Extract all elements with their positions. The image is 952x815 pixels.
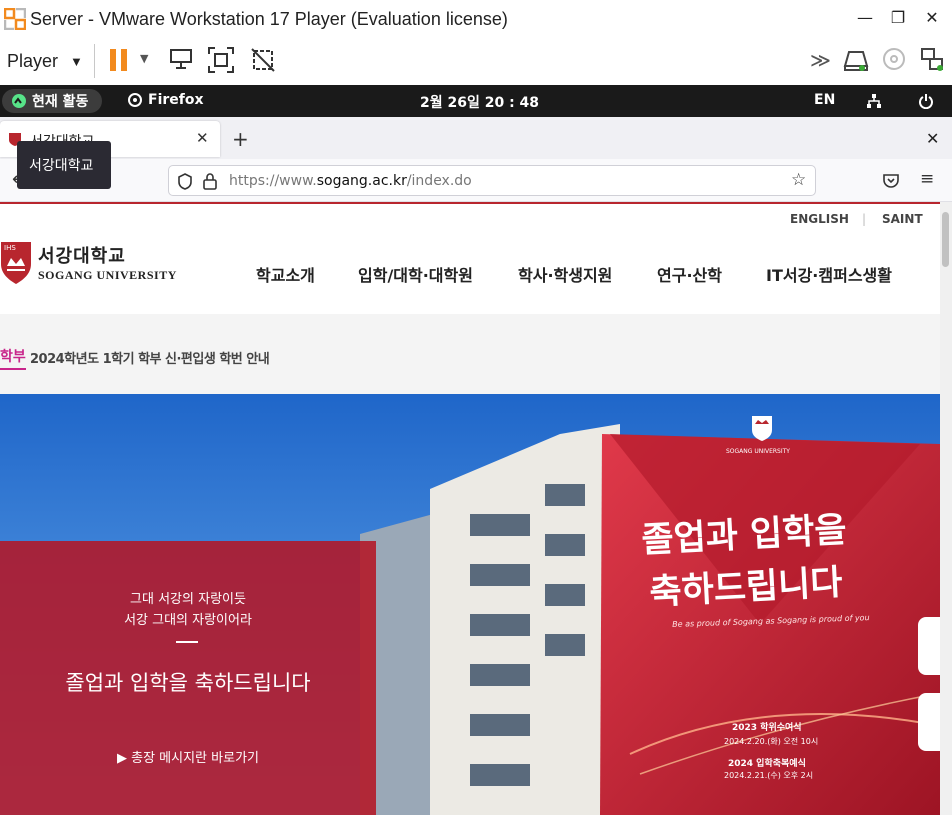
- pause-dropdown-icon[interactable]: ▼: [140, 52, 148, 65]
- banner-brand: SOGANG UNIVERSITY: [726, 448, 790, 455]
- president-message-link[interactable]: ▶ 총장 메시지란 바로가기: [0, 747, 376, 766]
- pocket-icon[interactable]: [883, 173, 899, 188]
- vmware-logo-icon: [4, 8, 26, 30]
- power-icon[interactable]: [918, 93, 934, 109]
- app-menu-firefox[interactable]: Firefox: [128, 92, 204, 108]
- toolbar-separator: [94, 44, 95, 78]
- unity-icon[interactable]: [249, 46, 277, 74]
- url-path: /index.do: [406, 173, 472, 189]
- firefox-icon: [128, 93, 142, 107]
- new-tab-button[interactable]: +: [232, 127, 249, 151]
- window-title: Server - VMware Workstation 17 Player (E…: [30, 8, 508, 29]
- cd-drive-icon[interactable]: [882, 47, 906, 71]
- url-bar[interactable]: https://www.sogang.ac.kr/index.do ☆: [168, 165, 816, 196]
- close-window-button[interactable]: ✕: [922, 8, 942, 28]
- hero-divider: [176, 641, 198, 643]
- top-accent-line: [0, 202, 940, 204]
- banner-event-2-date: 2024.2.21.(수) 오후 2시: [724, 771, 814, 780]
- saint-link[interactable]: SAINT: [882, 212, 923, 226]
- gnome-top-bar: 현재 활동 Firefox 2월 26일 20 : 48 EN: [0, 85, 952, 117]
- url-text: https://www.sogang.ac.kr/index.do: [229, 173, 472, 189]
- banner-event-1-date: 2024.2.20.(화) 오전 10시: [724, 737, 819, 746]
- svg-text:IHS: IHS: [4, 244, 16, 252]
- english-link[interactable]: ENGLISH: [790, 212, 849, 226]
- fullscreen-icon[interactable]: [207, 46, 235, 74]
- logo-text: 서강대학교 SOGANG UNIVERSITY: [38, 242, 177, 283]
- lock-icon[interactable]: [203, 173, 217, 190]
- tab-tooltip: 서강대학교: [17, 141, 111, 189]
- hard-disk-icon[interactable]: [842, 48, 870, 72]
- logo-english: SOGANG UNIVERSITY: [38, 267, 177, 282]
- scrollbar-thumb[interactable]: [942, 212, 949, 267]
- network-icon[interactable]: [866, 93, 882, 109]
- notice-category[interactable]: 학부: [0, 346, 26, 370]
- tracking-shield-icon[interactable]: [177, 173, 193, 190]
- webpage: ENGLISH | SAINT IHS 서강대학교 SOGANG UNIVERS…: [0, 202, 952, 815]
- bookmark-star-icon[interactable]: ☆: [791, 170, 806, 190]
- player-menu-label: Player: [7, 50, 59, 71]
- hero-subtitle: 그대 서강의 자랑이듯 서강 그대의 자랑이어라: [0, 589, 376, 631]
- firefox-nav-bar: ← → ↻ https://www.sogang.ac.kr/index.do …: [0, 159, 952, 202]
- logo-korean: 서강대학교: [38, 245, 126, 267]
- nav-research[interactable]: 연구·산학: [657, 262, 722, 286]
- close-tab-icon[interactable]: ✕: [196, 129, 209, 147]
- banner-event-1: 2023 학위수여식: [732, 723, 802, 733]
- url-scheme: https://www.: [229, 173, 317, 189]
- hero-subtitle-line1: 그대 서강의 자랑이듯: [130, 592, 246, 607]
- nav-campus-life[interactable]: IT서강·캠퍼스생활: [766, 262, 892, 286]
- hero-banner: SOGANG UNIVERSITY 졸업과 입학을 축하드립니다 Be as p…: [0, 394, 940, 815]
- util-divider: |: [862, 212, 867, 226]
- hero-title: 졸업과 입학을 축하드립니다: [65, 671, 311, 695]
- url-host: sogang.ac.kr: [316, 173, 407, 189]
- clock[interactable]: 2월 26일 20 : 48: [420, 92, 539, 112]
- minimize-button[interactable]: —: [855, 8, 875, 28]
- app-menu-label: Firefox: [148, 92, 204, 108]
- sogang-crest-icon: IHS: [1, 242, 31, 284]
- activities-label: 현재 활동: [32, 94, 89, 110]
- network-adapter-icon[interactable]: [920, 47, 946, 73]
- hero-message-box: 그대 서강의 자랑이듯 서강 그대의 자랑이어라 졸업과 입학을 축하드립니다 …: [0, 541, 376, 815]
- more-devices-icon[interactable]: ≫: [810, 48, 831, 72]
- notice-headline[interactable]: 2024학년도 1학기 학부 신·편입생 학번 안내: [30, 348, 270, 367]
- player-menu-button[interactable]: Player ▼: [7, 51, 83, 72]
- nav-academics[interactable]: 학사·학생지원: [518, 262, 612, 286]
- pause-icon[interactable]: [107, 47, 131, 73]
- dropdown-arrow-icon: ▼: [70, 53, 83, 69]
- restore-button[interactable]: ❐: [888, 8, 908, 28]
- activities-icon: [12, 94, 26, 108]
- activities-button[interactable]: 현재 활동: [2, 89, 103, 113]
- close-browser-button[interactable]: ✕: [926, 129, 939, 148]
- notice-bar: 학부 2024학년도 1학기 학부 신·편입생 학번 안내: [0, 314, 940, 394]
- banner-title-line1: 졸업과 입학을: [640, 510, 848, 561]
- menu-hamburger-icon[interactable]: ≡: [920, 169, 934, 189]
- banner-title-line2: 축하드립니다: [648, 562, 844, 613]
- firefox-tab-strip: 서강대학교 ✕ + ✕: [0, 117, 952, 159]
- input-language[interactable]: EN: [814, 92, 835, 108]
- site-logo[interactable]: IHS 서강대학교 SOGANG UNIVERSITY: [0, 238, 177, 286]
- hero-subtitle-line2: 서강 그대의 자랑이어라: [124, 613, 252, 628]
- vmware-toolbar: Player ▼ ▼ ≫: [0, 38, 952, 84]
- nav-admission[interactable]: 입학/대학·대학원: [358, 262, 473, 286]
- nav-about[interactable]: 학교소개: [256, 262, 315, 286]
- vmware-title-bar: Server - VMware Workstation 17 Player (E…: [0, 0, 952, 38]
- page-scrollbar[interactable]: [940, 202, 952, 815]
- banner-event-2: 2024 입학축복예식: [728, 759, 806, 769]
- send-ctrl-alt-del-icon[interactable]: [167, 46, 195, 74]
